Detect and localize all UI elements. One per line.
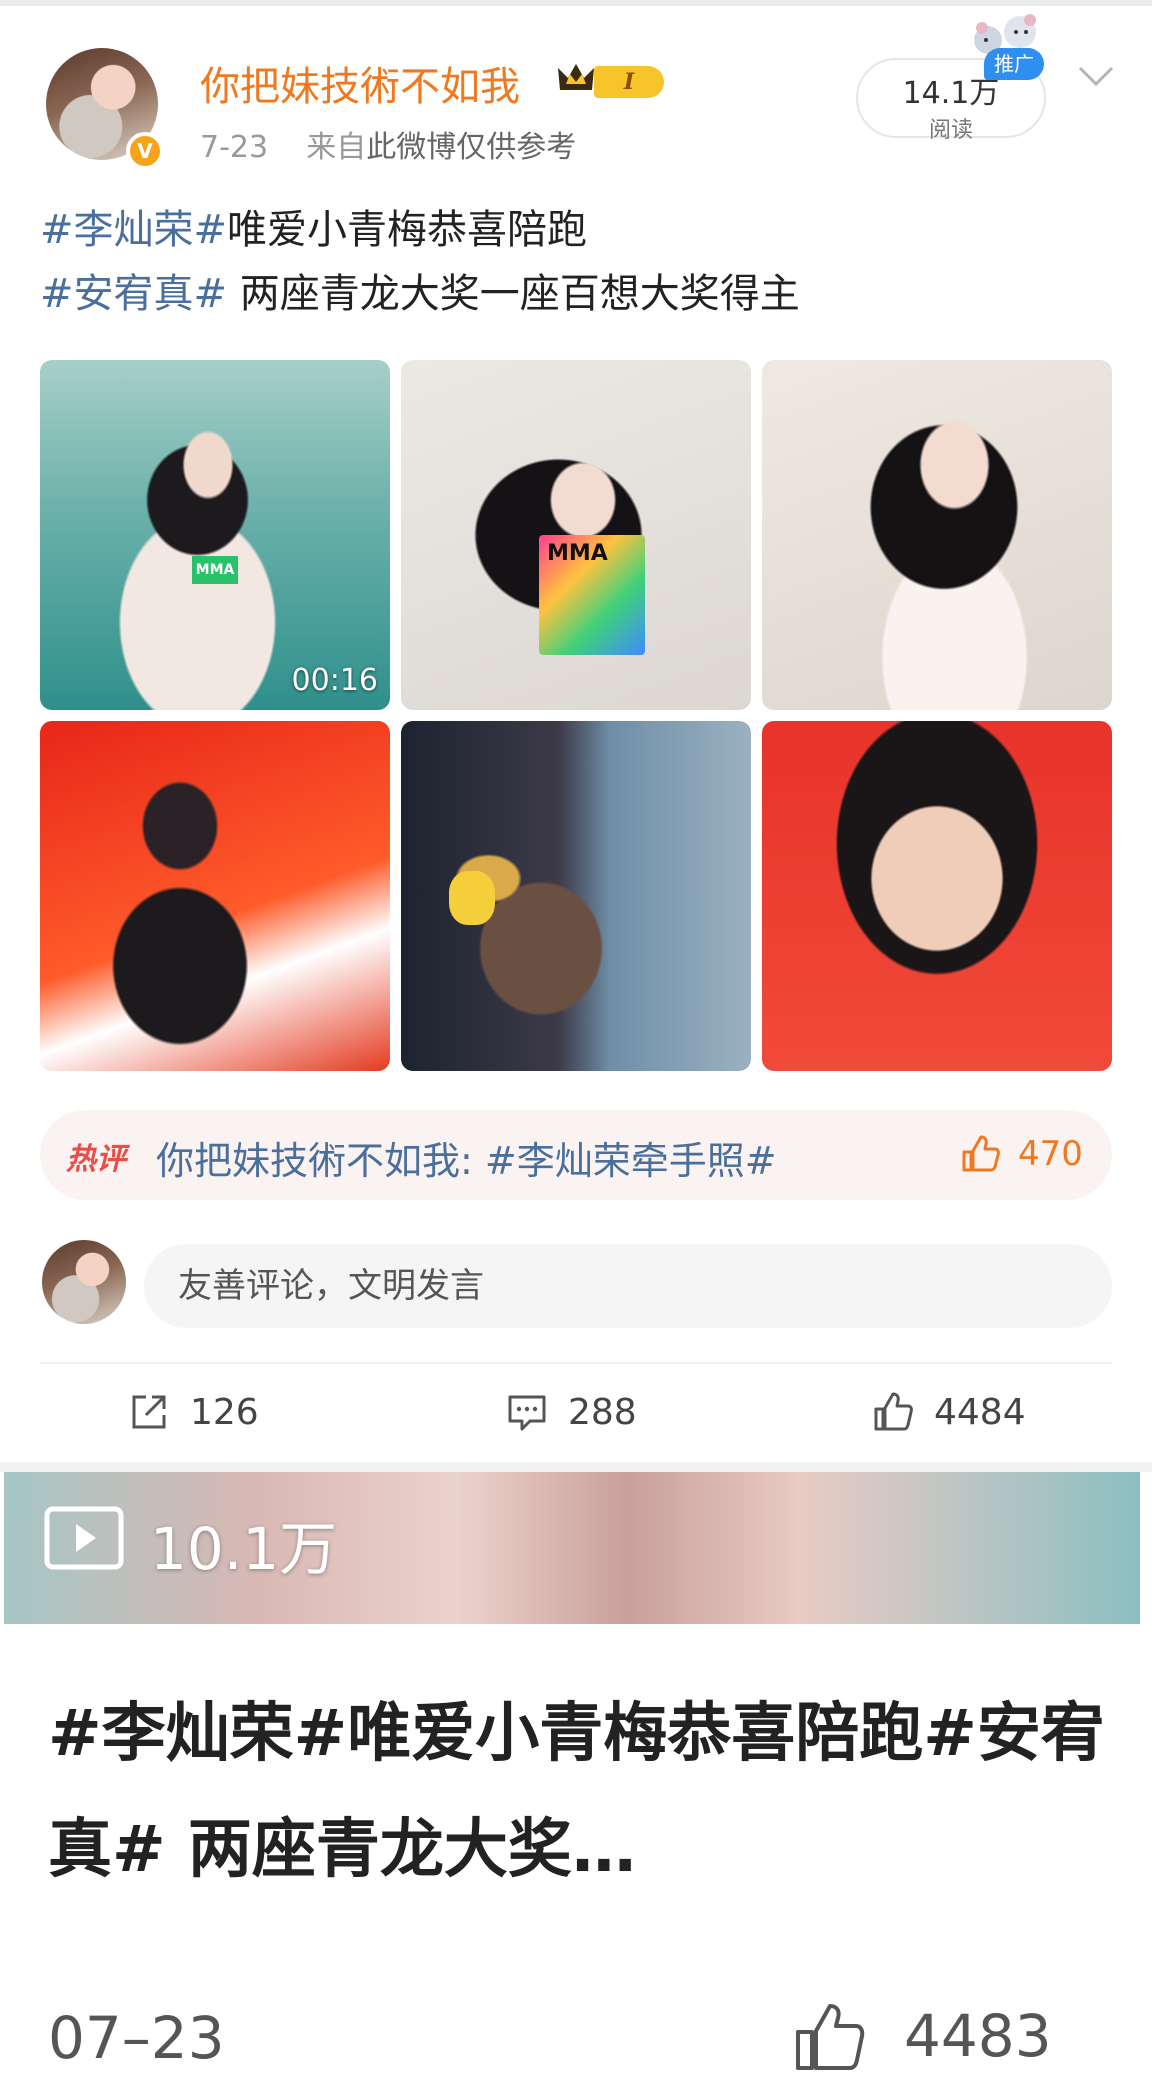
- like-count: 4484: [934, 1391, 1026, 1433]
- video-card[interactable]: 10.1万 #李灿荣#唯爱小青梅恭喜陪跑#安宥真# 两座青龙大奖… 07–23 …: [4, 1472, 1140, 2096]
- video-thumbnail[interactable]: MMA 00:16: [40, 360, 390, 710]
- read-label: 阅读: [928, 118, 973, 143]
- source-prefix: 来自: [306, 130, 367, 165]
- photo-thumbnail[interactable]: MMA: [401, 360, 751, 710]
- post-text-line1: 唯爱小青梅恭喜陪跑: [227, 207, 588, 253]
- chevron-down-icon[interactable]: [1072, 58, 1120, 94]
- card-date: 07–23: [48, 2004, 225, 2072]
- photo-thumbnail[interactable]: [401, 721, 751, 1071]
- author-name[interactable]: 你把妹技術不如我: [200, 54, 520, 112]
- censor-sticker: [449, 871, 495, 925]
- photo-thumbnail[interactable]: [762, 360, 1112, 710]
- award-box-label: MMA: [547, 541, 608, 566]
- play-count: 10.1万: [150, 1515, 338, 1583]
- verified-badge: V: [126, 132, 164, 170]
- post-text-line2: 两座青龙大奖一座百想大奖得主: [227, 271, 800, 317]
- award-box: MMA: [539, 535, 645, 655]
- comment-count: 288: [568, 1391, 637, 1433]
- mma-card: MMA: [192, 556, 238, 584]
- post-meta: 7-23 来自此微博仅供参考: [200, 122, 576, 166]
- hot-comment[interactable]: 热评 你把妹技術不如我: #李灿荣牵手照# 470: [40, 1110, 1112, 1200]
- hot-comment-text[interactable]: 你把妹技術不如我: #李灿荣牵手照#: [156, 1130, 777, 1185]
- share-icon: [132, 1395, 166, 1429]
- comment-input[interactable]: [144, 1244, 1112, 1328]
- hot-comment-label: 热评: [66, 1142, 126, 1177]
- promo-badge: 推广: [984, 48, 1044, 80]
- top-divider: [0, 0, 1152, 6]
- thumbs-up-icon: [874, 1392, 913, 1431]
- card-title[interactable]: #李灿荣#唯爱小青梅恭喜陪跑#安宥真# 两座青龙大奖…: [48, 1676, 1108, 1908]
- hashtag-link[interactable]: #安宥真#: [40, 271, 227, 317]
- photo-thumbnail[interactable]: [762, 721, 1112, 1071]
- comment-icon: [508, 1395, 546, 1431]
- thumbs-up-icon[interactable]: [790, 1998, 870, 2074]
- card-like-count: 4483: [904, 2002, 1052, 2070]
- photo-thumbnail[interactable]: [40, 721, 390, 1071]
- repost-count: 126: [190, 1391, 259, 1433]
- section-gap: [0, 1462, 1152, 1472]
- like-button[interactable]: 4484: [870, 1384, 1026, 1440]
- thumbs-up-icon[interactable]: [958, 1132, 1002, 1176]
- video-duration: 00:16: [291, 663, 378, 698]
- post-text: #李灿荣#唯爱小青梅恭喜陪跑 #安宥真# 两座青龙大奖一座百想大奖得主: [40, 198, 800, 326]
- video-cover[interactable]: 10.1万: [4, 1472, 1140, 1624]
- repost-button[interactable]: 126: [126, 1384, 259, 1440]
- hot-comment-like-count: 470: [1018, 1134, 1083, 1174]
- play-icon: [44, 1506, 124, 1570]
- level-badge: I: [594, 66, 664, 98]
- post-date: 7-23: [200, 130, 269, 165]
- crown-icon: [558, 64, 594, 90]
- image-grid: MMA 00:16 MMA: [40, 360, 1112, 1071]
- divider: [40, 1362, 1112, 1364]
- user-avatar: [42, 1240, 126, 1324]
- comment-button[interactable]: 288: [504, 1384, 637, 1440]
- hashtag-link[interactable]: #李灿荣#: [40, 207, 227, 253]
- post-source[interactable]: 此微博仅供参考: [366, 130, 576, 165]
